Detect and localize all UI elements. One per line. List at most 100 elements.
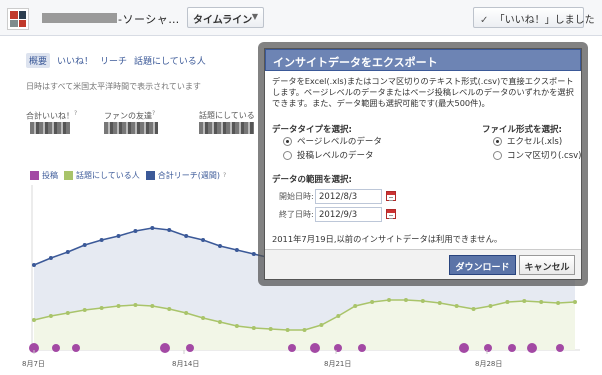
reach-point	[201, 238, 206, 242]
tab-overview[interactable]: 概要	[26, 53, 51, 68]
talking-point	[201, 316, 206, 320]
redacted-name	[42, 13, 117, 23]
talking-point	[336, 314, 341, 318]
post-marker	[288, 344, 296, 352]
start-date-label: 開始日時:	[279, 192, 314, 201]
download-button[interactable]: ダウンロード	[449, 255, 516, 275]
reach-point	[217, 244, 222, 248]
post-marker	[186, 344, 194, 352]
legend-item-weekly-reach[interactable]: 合計リーチ(週間)?	[145, 170, 226, 181]
data-type-label: データタイプを選択:	[272, 125, 352, 135]
talking-point	[403, 298, 408, 302]
liked-label: 「いいね！」しました	[494, 15, 595, 26]
talking-point	[573, 300, 577, 304]
talking-point	[353, 304, 358, 308]
reach-point	[99, 238, 104, 242]
radio-button[interactable]	[493, 136, 502, 146]
radio-button[interactable]	[283, 150, 292, 160]
stat-friends-of-fans-label: ファンの友達?	[104, 110, 156, 121]
talking-point	[302, 328, 307, 332]
help-icon[interactable]: ?	[74, 110, 77, 117]
reach-point	[150, 226, 155, 230]
dialog-footer: ダウンロード キャンセル	[265, 249, 581, 279]
talking-point	[437, 301, 442, 305]
talking-point	[319, 323, 324, 327]
post-marker	[508, 344, 516, 352]
talking-point	[82, 308, 87, 312]
post-marker	[334, 344, 342, 352]
help-icon[interactable]: ?	[223, 172, 226, 179]
post-marker	[459, 343, 469, 353]
timeline-label: タイムライン	[193, 15, 253, 26]
radio-csv[interactable]: コンマ区切り(.csv)	[493, 149, 581, 161]
redacted-value	[30, 122, 70, 134]
liked-button[interactable]: ✓ 「いいね！」しました	[473, 7, 595, 28]
x-tick-label: 8月14日	[172, 360, 200, 368]
legend-item-talking-about[interactable]: 話題にしている人	[64, 170, 140, 181]
file-format-label: ファイル形式を選択:	[482, 125, 562, 135]
availability-note: 2011年7月19日,以前のインサイトデータは利用できません。	[272, 234, 503, 244]
calendar-icon[interactable]	[386, 191, 396, 201]
chevron-down-icon: ▼	[251, 12, 258, 21]
talking-point	[234, 324, 239, 328]
talking-point	[539, 300, 544, 304]
post-marker	[358, 344, 366, 352]
talking-point	[522, 299, 527, 303]
cancel-button[interactable]: キャンセル	[519, 255, 575, 275]
radio-button[interactable]	[493, 150, 502, 160]
post-marker	[484, 344, 492, 352]
x-tick-label: 8月28日	[475, 360, 503, 368]
talking-point	[488, 304, 493, 308]
radio-button[interactable]	[283, 136, 292, 146]
range-label: データの範囲を選択:	[272, 175, 352, 185]
x-tick-label: 8月7日	[22, 360, 45, 368]
check-icon: ✓	[480, 15, 489, 26]
talking-point	[505, 300, 510, 304]
post-marker	[72, 344, 80, 352]
reach-point	[184, 234, 189, 238]
legend-swatch	[30, 171, 39, 180]
start-date-input[interactable]: 2012/8/3	[315, 189, 382, 204]
radio-post-level[interactable]: 投稿レベルのデータ	[283, 149, 374, 161]
talking-point	[420, 299, 425, 303]
legend-swatch	[64, 171, 73, 180]
reach-point	[167, 228, 172, 232]
timeline-dropdown[interactable]: タイムライン ▼	[187, 7, 264, 28]
calendar-icon[interactable]	[386, 209, 396, 219]
legend-item-posts[interactable]: 投稿	[30, 170, 58, 181]
talking-point	[268, 327, 273, 331]
reach-point	[65, 250, 70, 254]
reach-point	[116, 234, 121, 238]
reach-point	[234, 248, 239, 252]
dialog-title: インサイトデータをエクスポート	[265, 49, 581, 71]
talking-point	[471, 307, 476, 311]
talking-point	[285, 328, 290, 332]
reach-point	[133, 229, 138, 233]
radio-xls[interactable]: エクセル(.xls)	[493, 135, 562, 147]
dialog-description: データをExcel(.xls)またはコンマ区切りのテキスト形式(.csv)で直接…	[272, 76, 574, 108]
radio-page-level[interactable]: ページレベルのデータ	[283, 135, 382, 147]
post-marker	[52, 344, 60, 352]
tab-talking-about[interactable]: 話題にしている人	[134, 54, 206, 67]
talking-point	[133, 303, 138, 307]
stat-total-likes-label: 合計いいね！?	[26, 110, 78, 121]
stat-talking-about-label: 話題にしている	[199, 111, 255, 120]
end-date-input[interactable]: 2012/9/3	[315, 207, 382, 222]
page-name[interactable]: -ソーシャ…	[118, 11, 180, 27]
post-marker	[160, 343, 170, 353]
talking-point	[556, 301, 561, 305]
timezone-note: 日時はすべて米国太平洋時間で表示されています	[26, 82, 201, 91]
talking-point	[370, 300, 375, 304]
x-tick-label: 8月21日	[324, 360, 352, 368]
talking-point	[454, 304, 459, 308]
export-dialog: インサイトデータをエクスポート データをExcel(.xls)またはコンマ区切り…	[264, 48, 582, 280]
page-avatar[interactable]	[7, 8, 29, 30]
legend-swatch	[145, 171, 155, 180]
tab-likes[interactable]: いいね！	[57, 54, 93, 67]
talking-point	[32, 318, 36, 322]
end-date-label: 終了日時:	[279, 210, 314, 219]
help-icon[interactable]: ?	[152, 110, 155, 117]
tab-reach[interactable]: リーチ	[100, 54, 127, 67]
redacted-value	[104, 122, 158, 134]
talking-point	[150, 304, 155, 308]
